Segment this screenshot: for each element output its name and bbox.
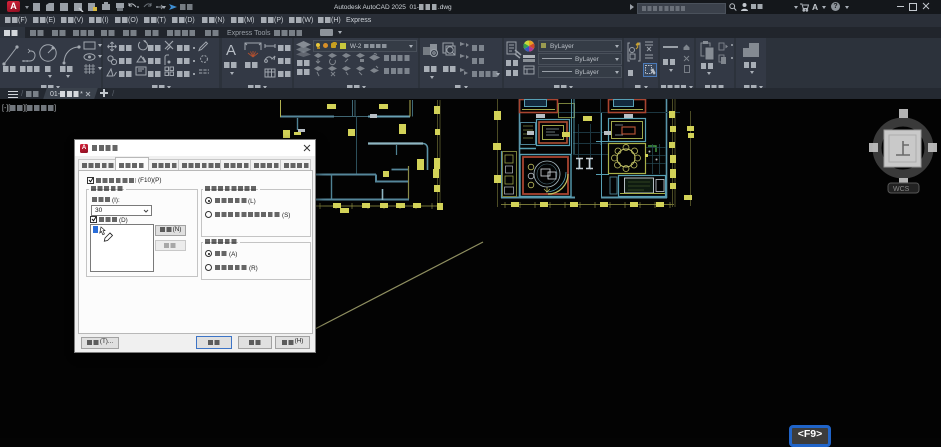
svg-text:WCS: WCS [893,186,910,193]
